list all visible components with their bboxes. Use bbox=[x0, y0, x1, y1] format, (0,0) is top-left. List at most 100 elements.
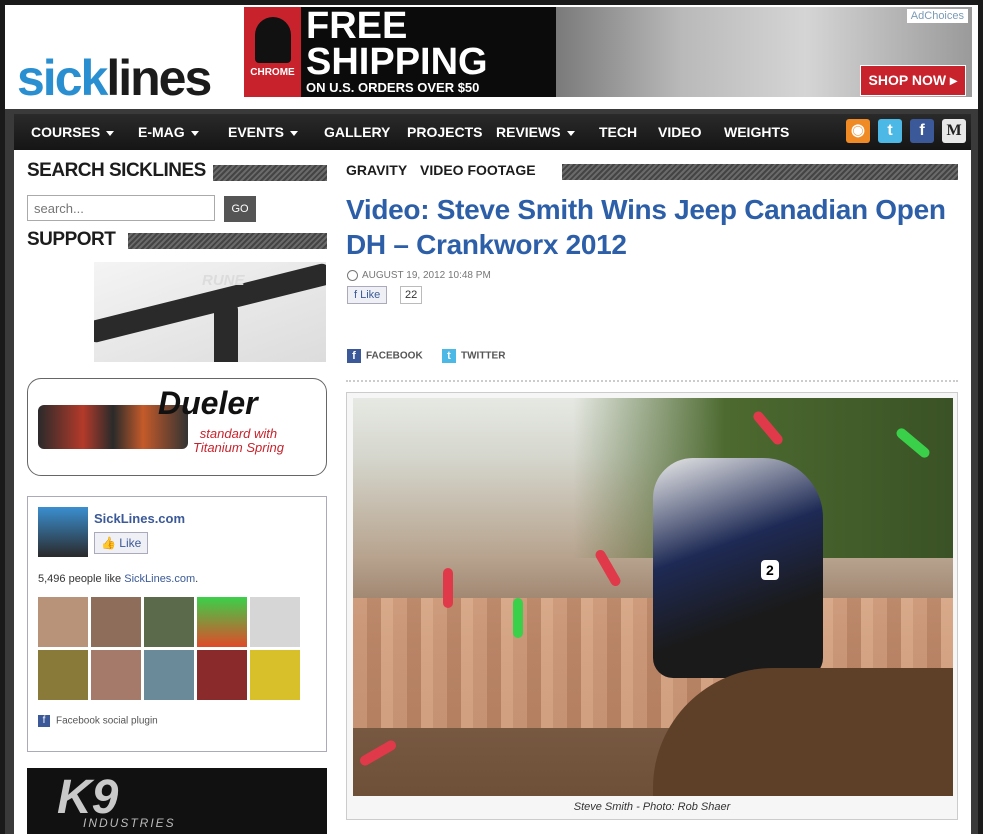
frame-brand: RUNE bbox=[202, 272, 245, 289]
fan-avatar[interactable] bbox=[250, 650, 300, 700]
chrome-logo: CHROME bbox=[244, 7, 301, 97]
ad-headline-1: FREE bbox=[306, 7, 408, 47]
logo-part1: sick bbox=[17, 50, 108, 106]
rss-icon[interactable]: ◉ bbox=[846, 119, 870, 143]
divider bbox=[346, 380, 958, 382]
nav-emag[interactable]: E-MAG bbox=[138, 114, 199, 150]
site-logo[interactable]: sicklines bbox=[17, 50, 212, 106]
nav-events[interactable]: EVENTS bbox=[228, 114, 299, 150]
vuvuzela bbox=[513, 598, 523, 638]
category-video-footage[interactable]: VIDEO FOOTAGE bbox=[420, 162, 536, 178]
post-date-text: AUGUST 19, 2012 10:48 PM bbox=[362, 270, 491, 282]
facebook-icon: f bbox=[347, 349, 361, 363]
fan-avatar[interactable] bbox=[38, 650, 88, 700]
fb-count-text: 5,496 people like bbox=[38, 573, 125, 585]
twitter-icon: t bbox=[442, 349, 456, 363]
vuvuzela bbox=[358, 738, 398, 768]
search-title: SEARCH SICKLINES bbox=[27, 160, 206, 181]
fan-avatar[interactable] bbox=[91, 650, 141, 700]
fb-page-name[interactable]: SickLines.com bbox=[94, 511, 185, 526]
twitter-icon[interactable]: t bbox=[878, 119, 902, 143]
dueler-tag: standard with Titanium Spring bbox=[193, 427, 284, 455]
fb-plugin-note[interactable]: f Facebook social plugin bbox=[38, 715, 158, 727]
fan-avatar[interactable] bbox=[144, 650, 194, 700]
fan-avatar[interactable] bbox=[38, 597, 88, 647]
chevron-down-icon bbox=[190, 130, 199, 136]
photo-rider bbox=[653, 458, 823, 678]
banner-ad[interactable]: CHROME FREE SHIPPING ON U.S. ORDERS OVER… bbox=[244, 7, 972, 97]
ad-headline-2: SHIPPING bbox=[306, 41, 488, 83]
fan-avatar[interactable] bbox=[197, 597, 247, 647]
griffin-icon bbox=[254, 17, 291, 63]
nav-events-label: EVENTS bbox=[228, 124, 285, 140]
shop-now-button[interactable]: SHOP NOW ▸ bbox=[859, 65, 966, 96]
search-input[interactable] bbox=[27, 195, 215, 221]
search-go-button[interactable]: GO bbox=[224, 196, 256, 222]
nav-reviews[interactable]: REVIEWS bbox=[496, 114, 575, 150]
nav-courses[interactable]: COURSES bbox=[31, 114, 115, 150]
logo-part2: lines bbox=[106, 50, 212, 106]
chevron-down-icon bbox=[106, 130, 115, 136]
ad-subline: ON U.S. ORDERS OVER $50 bbox=[306, 80, 480, 95]
page-thumbnail[interactable] bbox=[38, 507, 88, 557]
fb-count-end: . bbox=[195, 573, 199, 585]
k9-ad[interactable]: K9 INDUSTRIES bbox=[27, 768, 327, 834]
title-stripe bbox=[562, 164, 958, 180]
facebook-icon[interactable]: f bbox=[910, 119, 934, 143]
share-facebook[interactable]: f FACEBOOK bbox=[347, 349, 423, 363]
post-date: AUGUST 19, 2012 10:48 PM bbox=[347, 270, 491, 281]
chrome-brand: CHROME bbox=[250, 67, 295, 78]
frame-tube bbox=[214, 302, 238, 362]
dueler-name: Dueler bbox=[158, 385, 258, 421]
nav-video[interactable]: VIDEO bbox=[658, 114, 702, 150]
fan-avatar[interactable] bbox=[144, 597, 194, 647]
nav-projects-label: PROJECTS bbox=[407, 124, 483, 140]
fan-avatar[interactable] bbox=[91, 597, 141, 647]
main-nav: COURSES E-MAG EVENTS GALLERY PROJECTS RE… bbox=[14, 114, 971, 150]
vuvuzela bbox=[443, 568, 453, 608]
adchoices-link[interactable]: AdChoices bbox=[906, 9, 968, 23]
nav-tech[interactable]: TECH bbox=[599, 114, 637, 150]
share-twitter[interactable]: t TWITTER bbox=[442, 349, 505, 363]
fan-avatar[interactable] bbox=[250, 597, 300, 647]
title-stripe bbox=[128, 233, 327, 249]
article-like-label: Like bbox=[360, 289, 381, 301]
article-photo[interactable]: 2 bbox=[353, 398, 953, 796]
number-plate: 2 bbox=[761, 560, 779, 580]
nav-weights-label: WEIGHTS bbox=[724, 124, 790, 140]
clock-icon bbox=[347, 270, 358, 281]
facebook-icon: f bbox=[354, 289, 358, 301]
nav-weights[interactable]: WEIGHTS bbox=[724, 114, 789, 150]
nav-video-label: VIDEO bbox=[658, 124, 702, 140]
nav-courses-label: COURSES bbox=[31, 124, 101, 140]
share-twitter-label: TWITTER bbox=[461, 350, 506, 362]
facebook-like-box: SickLines.com 👍 Like 5,496 people like S… bbox=[27, 496, 327, 752]
fb-plugin-label: Facebook social plugin bbox=[56, 715, 158, 727]
category-gravity[interactable]: GRAVITY bbox=[346, 162, 407, 178]
frame-ad[interactable]: RUNE bbox=[94, 262, 326, 362]
nav-emag-label: E-MAG bbox=[138, 124, 185, 140]
facebook-icon: f bbox=[38, 715, 50, 727]
dueler-tag-line1: standard with bbox=[199, 426, 278, 441]
fb-like-count: 5,496 people like SickLines.com. bbox=[38, 573, 198, 585]
nav-projects[interactable]: PROJECTS bbox=[407, 114, 482, 150]
thumbs-up-icon: 👍 bbox=[101, 536, 116, 550]
article-like-button[interactable]: f Like bbox=[347, 286, 388, 304]
fb-like-label: Like bbox=[119, 536, 142, 550]
nav-reviews-label: REVIEWS bbox=[496, 124, 561, 140]
fb-count-link[interactable]: SickLines.com bbox=[124, 573, 195, 585]
article-like-count: 22 bbox=[400, 286, 423, 304]
chevron-down-icon bbox=[290, 130, 299, 136]
chevron-down-icon bbox=[566, 130, 575, 136]
nav-gallery-label: GALLERY bbox=[324, 124, 391, 140]
fan-avatar[interactable] bbox=[197, 650, 247, 700]
nav-gallery[interactable]: GALLERY bbox=[324, 114, 390, 150]
article-title: Video: Steve Smith Wins Jeep Canadian Op… bbox=[346, 194, 946, 260]
nav-tech-label: TECH bbox=[599, 124, 638, 140]
k9-word: INDUSTRIES bbox=[83, 816, 176, 830]
dueler-ad[interactable]: Dueler standard with Titanium Spring bbox=[27, 378, 327, 476]
fb-like-button[interactable]: 👍 Like bbox=[94, 532, 149, 554]
support-title: SUPPORT bbox=[27, 229, 116, 250]
photo-caption: Steve Smith - Photo: Rob Shaer bbox=[573, 801, 731, 813]
m-icon[interactable]: M bbox=[942, 119, 966, 143]
